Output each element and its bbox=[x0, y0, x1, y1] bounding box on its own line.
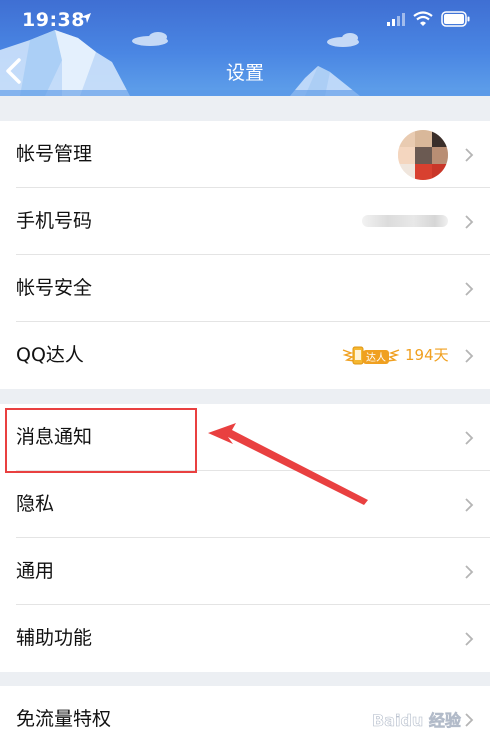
row-general[interactable]: 通用 bbox=[0, 538, 490, 605]
chevron-right-icon bbox=[465, 349, 474, 363]
row-label: 帐号安全 bbox=[16, 277, 93, 299]
chevron-right-icon bbox=[465, 431, 474, 445]
battery-icon bbox=[441, 11, 470, 27]
row-label: 隐私 bbox=[16, 493, 55, 515]
status-bar: 19:38 bbox=[0, 0, 490, 40]
row-phone-number[interactable]: 手机号码 bbox=[0, 188, 490, 255]
status-time: 19:38 bbox=[22, 9, 85, 31]
wifi-icon bbox=[413, 11, 433, 26]
row-qq-talent[interactable]: QQ达人 达人 194天 bbox=[0, 322, 490, 389]
row-label: 手机号码 bbox=[16, 210, 93, 232]
row-label: QQ达人 bbox=[16, 344, 84, 366]
chevron-right-icon bbox=[465, 632, 474, 646]
cellular-signal-icon bbox=[387, 13, 405, 26]
masked-phone-value bbox=[362, 215, 448, 227]
row-label: 帐号管理 bbox=[16, 143, 93, 165]
row-account-management[interactable]: 帐号管理 bbox=[0, 121, 490, 188]
row-account-security[interactable]: 帐号安全 bbox=[0, 255, 490, 322]
talent-days: 194天 bbox=[405, 346, 449, 364]
chevron-right-icon bbox=[465, 565, 474, 579]
talent-badge: 达人 bbox=[342, 346, 400, 365]
page-title: 设置 bbox=[225, 62, 264, 84]
location-arrow-icon bbox=[81, 13, 91, 23]
talent-badge-text: 达人 bbox=[366, 352, 386, 364]
row-label: 辅助功能 bbox=[16, 627, 93, 649]
chevron-right-icon bbox=[465, 282, 474, 296]
chevron-right-icon bbox=[465, 215, 474, 229]
chevron-right-icon bbox=[465, 148, 474, 162]
row-privacy[interactable]: 隐私 bbox=[0, 471, 490, 538]
baidu-watermark: Baidu 经验 bbox=[372, 711, 462, 731]
row-label: 通用 bbox=[16, 560, 55, 582]
avatar bbox=[398, 130, 448, 180]
navigation-header: 19:38 设置 bbox=[0, 0, 490, 96]
row-label: 免流量特权 bbox=[16, 708, 112, 730]
watermark-text: Baidu 经验 bbox=[372, 711, 462, 730]
settings-group-account: 帐号管理 手机号码 帐号安全 QQ达人 达人 194天 bbox=[0, 121, 490, 389]
highlight-box bbox=[5, 408, 197, 473]
row-accessibility[interactable]: 辅助功能 bbox=[0, 605, 490, 672]
chevron-right-icon bbox=[465, 498, 474, 512]
